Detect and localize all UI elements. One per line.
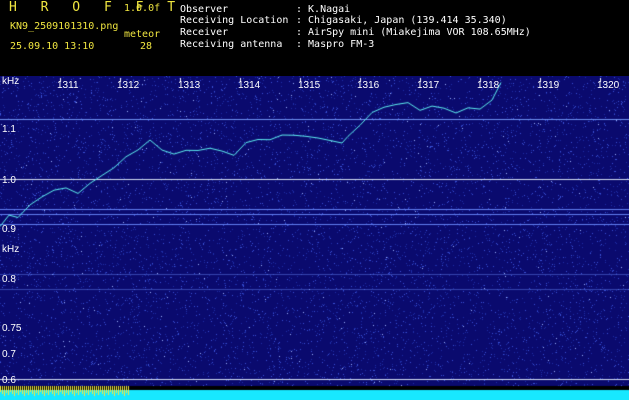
x-tick-label: 1312 — [117, 80, 140, 91]
app-version: 1.0.0f — [124, 3, 161, 14]
x-tick-label: 1318 — [477, 80, 500, 91]
location-value: : Chigasaki, Japan (139.414 35.340) — [296, 15, 507, 26]
x-tick-label: 1313 — [178, 80, 201, 91]
x-tick-label: 1311 — [57, 80, 79, 91]
y-tick-label: 0.6 — [2, 375, 16, 386]
observer-value: : K.Nagai — [296, 4, 351, 15]
location-label: Receiving Location — [180, 15, 289, 26]
receiver-label: Receiver — [180, 27, 229, 38]
hrofft-window: H R O F F T 1.0.0f KN9_2509101310.png me… — [0, 0, 629, 400]
y-tick-label: 1.0 — [2, 175, 16, 186]
x-tick-label: 1319 — [537, 80, 560, 91]
x-tick-label: 1316 — [357, 80, 380, 91]
y-tick-label: 0.8 — [2, 274, 16, 285]
y-tick-label: 0.7 — [2, 349, 16, 360]
receiver-value: : AirSpy mini (Miakejima VOR 108.65MHz) — [296, 27, 531, 38]
meteor-label: meteor — [124, 29, 161, 40]
antenna-value: : Maspro FM-3 — [296, 39, 375, 50]
y-tick-label: 0.75 — [2, 323, 22, 334]
y-unit-left: kHz — [2, 244, 20, 255]
y-unit-label: kHz — [2, 76, 20, 87]
x-tick-label: 1315 — [298, 80, 321, 91]
x-tick-label: 1320 — [597, 80, 620, 91]
x-tick-label: 1314 — [238, 80, 261, 91]
spectrogram-canvas — [0, 76, 629, 400]
antenna-label: Receiving antenna — [180, 39, 283, 50]
observer-label: Observer — [180, 4, 229, 15]
y-tick-label: 0.9 — [2, 224, 16, 235]
y-tick-label: 1.1 — [2, 124, 16, 135]
file-name: KN9_2509101310.png — [10, 21, 119, 32]
x-tick-label: 1317 — [417, 80, 440, 91]
meteor-count: 28 — [140, 41, 153, 52]
date-time: 25.09.10 13:10 — [10, 41, 95, 52]
